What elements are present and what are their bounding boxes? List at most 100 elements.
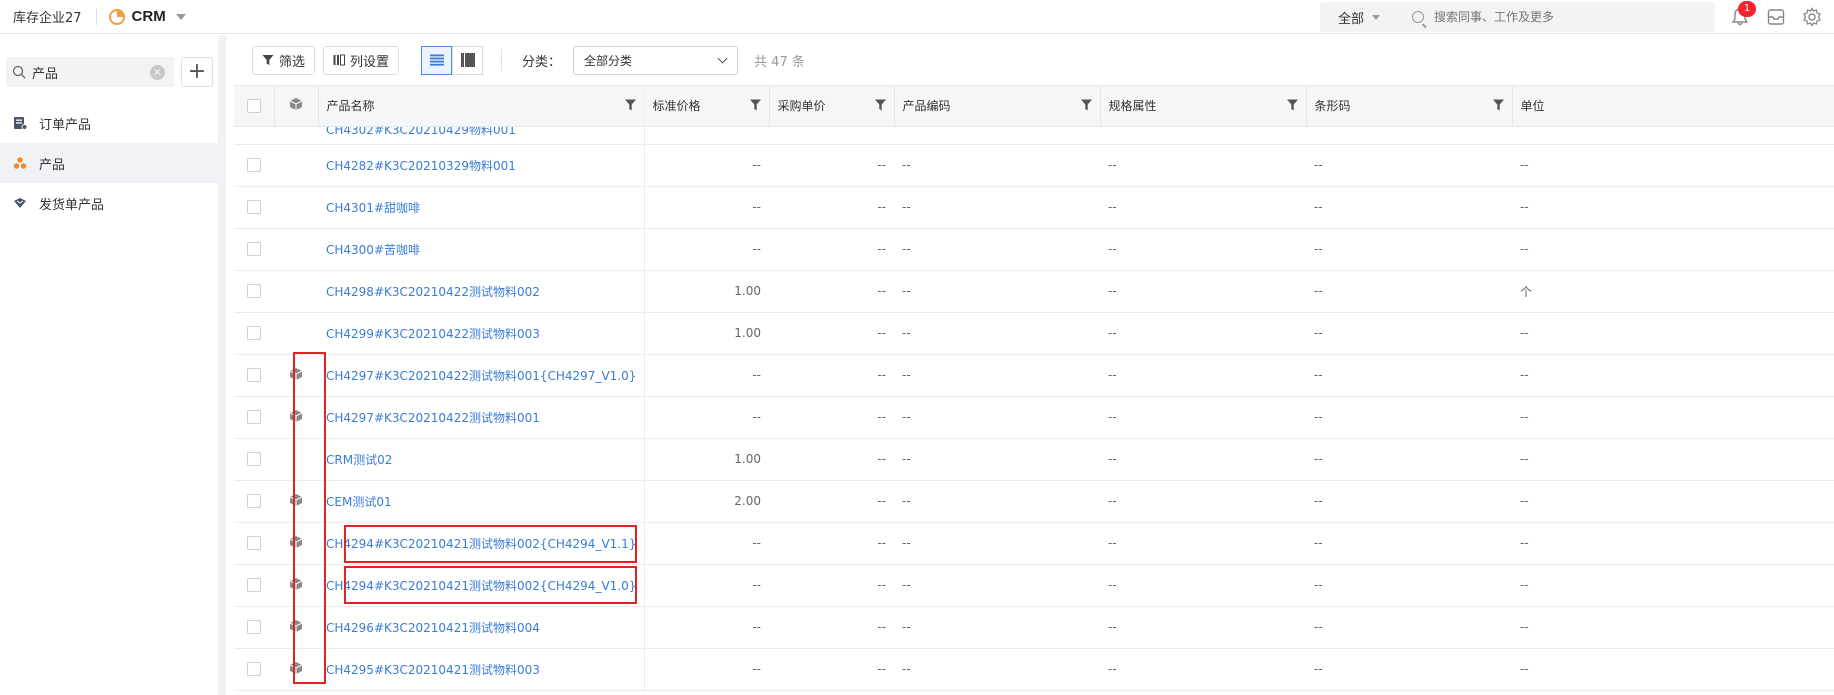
product-name-cell[interactable]: CH4298#K3C20210422测试物料002 [318,270,645,313]
row-checkbox[interactable] [247,284,261,299]
purchase-price-cell: -- [769,480,894,523]
product-name-cell[interactable]: CH4294#K3C20210421测试物料002{CH4294_V1.0} [318,564,645,607]
row-checkbox[interactable] [247,242,261,257]
product-name-link[interactable]: CH4298#K3C20210422测试物料002 [326,285,540,299]
table-row[interactable]: CH4295#K3C20210421测试物料003 -- -- -- -- -- -- [234,648,1834,691]
filter-button[interactable]: 筛选 [252,45,316,75]
spec-cell: -- [1100,606,1306,649]
sidebar-item-shipping-product[interactable]: 发货单产品 [0,183,218,223]
chevron-down-icon[interactable] [1372,14,1381,20]
row-checkbox[interactable] [247,536,261,551]
product-name-cell[interactable]: CRM测试02 [318,438,645,481]
barcode-cell: -- [1306,144,1512,187]
bundle-cell [274,228,318,271]
product-name-link[interactable]: CH4294#K3C20210421测试物料002{CH4294_V1.1} [326,537,636,551]
row-checkbox[interactable] [247,158,261,173]
sidebar-item-product[interactable]: 产品 [0,143,218,183]
product-name-link[interactable]: CH4282#K3C20210329物料001 [326,159,516,173]
product-name-cell[interactable]: CH4299#K3C20210422测试物料003 [318,312,645,355]
row-checkbox[interactable] [247,578,261,593]
sidebar-item-label: 发货单产品 [39,197,105,213]
category-select[interactable]: 全部分类 [573,45,739,75]
product-name-link[interactable]: CRM测试02 [326,453,392,467]
table-row[interactable]: CH4297#K3C20210422测试物料001{CH4297_V1.0} --… [234,354,1834,397]
app-switch-chevron-down-icon[interactable] [175,13,186,20]
unit-cell: -- [1512,354,1834,397]
column-filter-icon[interactable] [1080,99,1092,111]
app-name[interactable]: CRM [132,8,166,25]
company-name[interactable]: 库存企业27 [13,7,82,26]
row-checkbox[interactable] [247,452,261,467]
column-filter-icon[interactable] [874,99,886,111]
table-row[interactable]: CH4297#K3C20210422测试物料001 -- -- -- -- -- -- [234,396,1834,439]
product-name-cell[interactable]: CEM测试01 [318,480,645,523]
product-name-link[interactable]: CH4299#K3C20210422测试物料003 [326,327,540,341]
product-name-link[interactable]: CH4297#K3C20210422测试物料001 [326,411,540,425]
table-row[interactable]: CH4294#K3C20210421测试物料002{CH4294_V1.0} --… [234,564,1834,607]
table-row[interactable]: CRM测试02 1.00 -- -- -- -- -- [234,438,1834,481]
product-name-link[interactable]: CH4297#K3C20210422测试物料001{CH4297_V1.0} [326,369,636,383]
product-name-link[interactable]: CH4296#K3C20210421测试物料004 [326,621,540,635]
global-search[interactable]: 全部 [1320,2,1715,32]
table-row[interactable]: CH4301#甜咖啡 -- -- -- -- -- -- [234,186,1834,229]
card-view-button[interactable] [452,45,484,75]
product-name-cell[interactable]: CH4302#K3C20210429物料001 [318,126,645,145]
column-header-purchase-price[interactable]: 采购单价 [769,86,895,127]
product-name-link[interactable]: CH4295#K3C20210421测试物料003 [326,663,540,677]
row-checkbox[interactable] [247,494,261,509]
column-settings-button[interactable]: 列设置 [323,45,400,75]
product-name-cell[interactable]: CH4282#K3C20210329物料001 [318,144,645,187]
table-row[interactable]: CH4302#K3C20210429物料001 [234,126,1834,145]
column-filter-icon[interactable] [624,99,636,111]
column-header-spec[interactable]: 规格属性 [1100,86,1307,127]
product-name-link[interactable]: CH4301#甜咖啡 [326,201,420,215]
column-header-unit[interactable]: 单位 [1512,86,1834,127]
column-filter-icon[interactable] [1286,99,1298,111]
message-button[interactable] [1763,4,1789,30]
add-button[interactable]: + [181,57,213,87]
product-name-cell[interactable]: CH4297#K3C20210422测试物料001{CH4297_V1.0} [318,354,645,397]
sidebar-item-order-product[interactable]: 订单产品 [0,103,218,143]
search-scope-select[interactable]: 全部 [1338,8,1364,27]
table-row[interactable]: CH4296#K3C20210421测试物料004 -- -- -- -- -- -- [234,606,1834,649]
row-checkbox[interactable] [247,368,261,383]
column-header-std-price[interactable]: 标准价格 [644,86,770,127]
sidebar-search[interactable]: × [6,57,174,87]
product-name-link[interactable]: CH4294#K3C20210421测试物料002{CH4294_V1.0} [326,579,636,593]
product-name-cell[interactable]: CH4297#K3C20210422测试物料001 [318,396,645,439]
table-row[interactable]: CH4282#K3C20210329物料001 -- -- -- -- -- -- [234,144,1834,187]
product-name-cell[interactable]: CH4300#苦咖啡 [318,228,645,271]
settings-button[interactable] [1799,4,1825,30]
row-checkbox[interactable] [247,200,261,215]
clear-search-icon[interactable]: × [150,64,165,80]
list-view-button[interactable] [421,45,453,75]
table-row[interactable]: CH4300#苦咖啡 -- -- -- -- -- -- [234,228,1834,271]
column-filter-icon[interactable] [749,99,761,111]
row-checkbox[interactable] [247,662,261,677]
product-name-cell[interactable]: CH4296#K3C20210421测试物料004 [318,606,645,649]
table-row[interactable]: CH4299#K3C20210422测试物料003 1.00 -- -- -- -- -- [234,312,1834,355]
std-price-cell: 1.00 [644,438,769,481]
row-checkbox[interactable] [247,620,261,635]
select-all-checkbox[interactable] [246,99,261,113]
unit-cell: -- [1512,564,1834,607]
product-name-cell[interactable]: CH4301#甜咖啡 [318,186,645,229]
table-row[interactable]: CEM测试01 2.00 -- -- -- -- -- [234,480,1834,523]
table-row[interactable]: CH4294#K3C20210421测试物料002{CH4294_V1.1} --… [234,522,1834,565]
notification-button[interactable]: 1 [1727,1,1756,30]
column-header-name[interactable]: 产品名称 [318,86,645,127]
global-search-input[interactable] [1434,10,1695,24]
bundle-header-cell [274,86,319,127]
column-header-barcode[interactable]: 条形码 [1306,86,1513,127]
product-name-cell[interactable]: CH4295#K3C20210421测试物料003 [318,648,645,691]
product-name-cell[interactable]: CH4294#K3C20210421测试物料002{CH4294_V1.1} [318,522,645,565]
table-row[interactable]: CH4298#K3C20210422测试物料002 1.00 -- -- -- -- 个 [234,270,1834,313]
sidebar-search-input[interactable] [32,64,142,80]
product-name-link[interactable]: CH4302#K3C20210429物料001 [326,126,516,137]
product-name-link[interactable]: CEM测试01 [326,495,392,509]
product-name-link[interactable]: CH4300#苦咖啡 [326,243,420,257]
row-checkbox[interactable] [247,326,261,341]
column-filter-icon[interactable] [1492,99,1504,111]
row-checkbox[interactable] [247,410,261,425]
column-header-code[interactable]: 产品编码 [894,86,1101,127]
